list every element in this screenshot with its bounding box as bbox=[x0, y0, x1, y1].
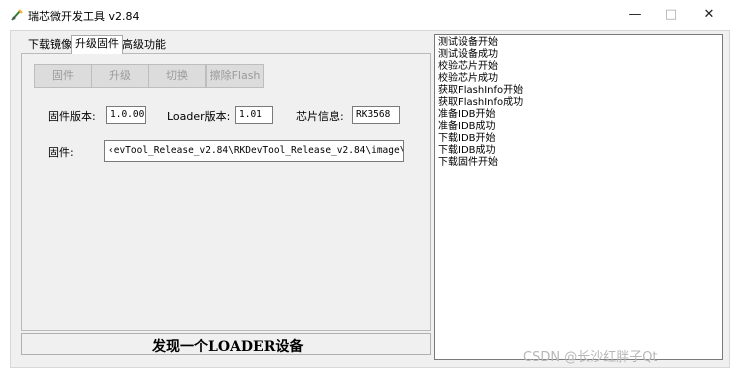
log-line: 获取FlashInfo开始 bbox=[438, 85, 524, 96]
close-button[interactable]: ✕ bbox=[694, 4, 724, 26]
firmware-path-label: 固件: bbox=[48, 146, 74, 159]
firmware-button[interactable]: 固件 bbox=[34, 64, 92, 88]
upgrade-firmware-panel: 固件 升级 切换 擦除Flash 固件版本: 1.0.00 Loader版本: … bbox=[21, 53, 431, 331]
log-line: 下载IDB开始 bbox=[438, 133, 496, 144]
tab-advanced[interactable]: 高级功能 bbox=[119, 37, 169, 53]
status-text: 发现一个LOADER设备 bbox=[152, 339, 304, 355]
window-title: 瑞芯微开发工具 v2.84 bbox=[28, 10, 140, 23]
tab-download-image[interactable]: 下载镜像 bbox=[25, 37, 75, 53]
switch-button[interactable]: 切换 bbox=[148, 64, 206, 88]
loader-version-field: 1.01 bbox=[235, 106, 273, 124]
log-line: 测试设备开始 bbox=[438, 37, 498, 48]
status-bar: 发现一个LOADER设备 bbox=[21, 333, 431, 355]
watermark: CSDN @长沙红胖子Qt bbox=[523, 350, 658, 365]
app-icon bbox=[11, 9, 23, 21]
log-line: 测试设备成功 bbox=[438, 49, 498, 60]
tab-upgrade-firmware[interactable]: 升级固件 bbox=[71, 35, 123, 54]
log-line: 准备IDB开始 bbox=[438, 109, 496, 120]
maximize-button[interactable]: □ bbox=[656, 4, 686, 26]
chip-info-field: RK3568 bbox=[352, 106, 400, 124]
firmware-version-field: 1.0.00 bbox=[106, 106, 146, 124]
chip-info-label: 芯片信息: bbox=[296, 110, 344, 123]
log-line: 准备IDB成功 bbox=[438, 121, 496, 132]
main-window: 下载镜像 升级固件 高级功能 固件 升级 切换 擦除Flash 固件版本: 1.… bbox=[10, 30, 730, 368]
erase-flash-button[interactable]: 擦除Flash bbox=[206, 64, 264, 88]
log-line: 下载IDB成功 bbox=[438, 145, 496, 156]
upgrade-button[interactable]: 升级 bbox=[91, 64, 149, 88]
log-line: 校验芯片开始 bbox=[438, 61, 498, 72]
firmware-path-field[interactable]: ‹evTool_Release_v2.84\RKDevTool_Release_… bbox=[104, 140, 404, 162]
loader-version-label: Loader版本: bbox=[167, 110, 231, 123]
log-line: 校验芯片成功 bbox=[438, 73, 498, 84]
title-bar: 瑞芯微开发工具 v2.84 — □ ✕ bbox=[0, 0, 730, 30]
log-line: 获取FlashInfo成功 bbox=[438, 97, 524, 108]
log-line: 下载固件开始 bbox=[438, 157, 498, 168]
minimize-button[interactable]: — bbox=[620, 4, 650, 26]
log-panel[interactable]: 测试设备开始 测试设备成功 校验芯片开始 校验芯片成功 获取FlashInfo开… bbox=[434, 34, 723, 360]
firmware-version-label: 固件版本: bbox=[48, 110, 96, 123]
